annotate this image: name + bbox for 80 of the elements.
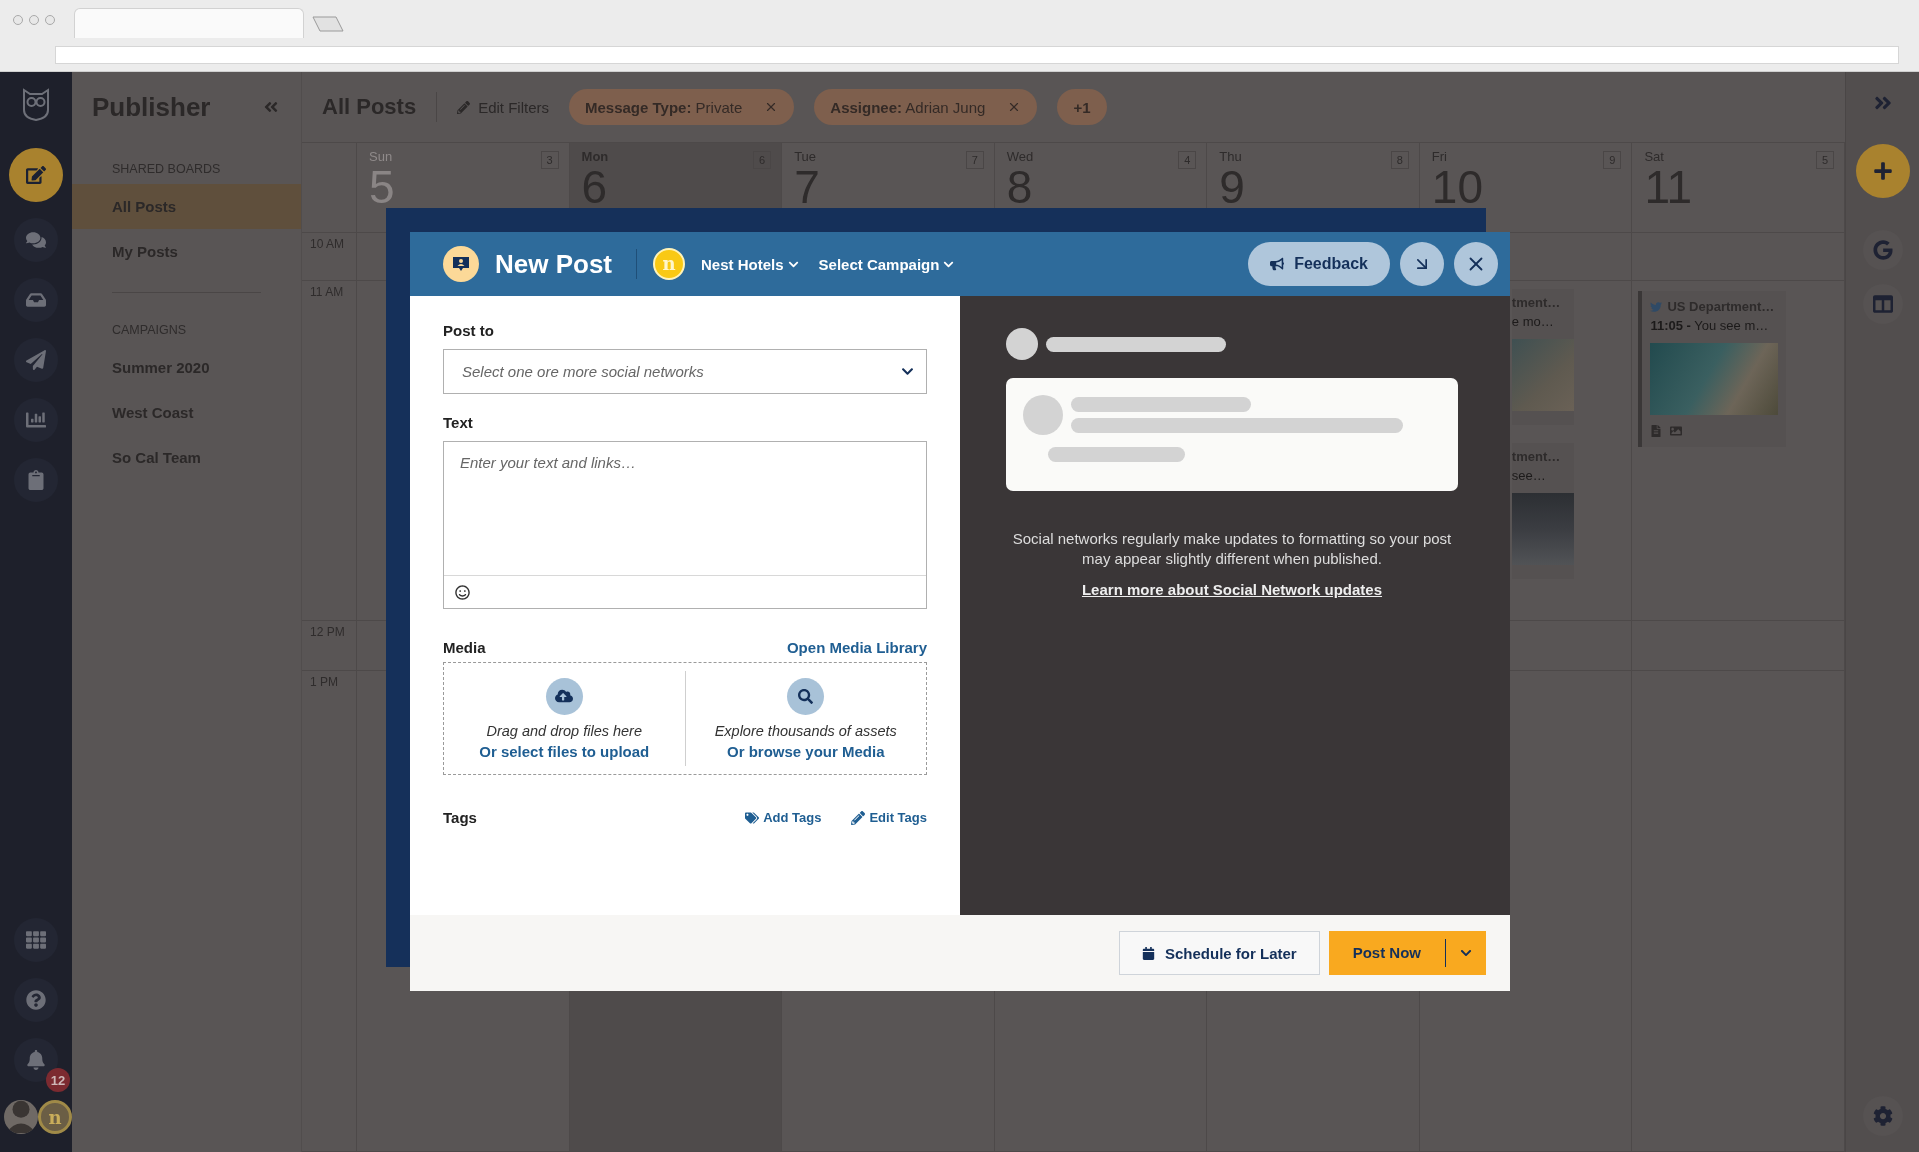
nav-button[interactable] [14,918,58,962]
field-label: Tags [443,809,477,826]
preview-notice: Social networks regularly make updates to formatting so your post may appear slightly different when published. [1011,529,1453,569]
help-icon [26,990,46,1010]
clipboard-icon [26,470,46,490]
photo-placeholder [1511,493,1574,565]
inbox-icon [26,290,46,310]
grid-icon [26,930,46,950]
new-tab-icon[interactable] [312,16,344,32]
g-logo-icon [1872,240,1893,260]
more-filters-chip[interactable]: +1 [1057,89,1107,125]
emoji-icon[interactable] [455,584,470,600]
chat-bubbles-icon [26,230,46,250]
browse-hint: Explore thousands of assets [714,722,897,739]
nav-button[interactable] [9,148,63,202]
bird-icon [1650,300,1663,313]
double-chevron-icon [263,99,279,115]
tags-icon [745,810,760,825]
chevron-down-icon [1460,947,1472,959]
organization-avatar[interactable]: n [38,1100,72,1134]
upload-cloud-icon [545,677,583,715]
settings-icon [1872,1106,1893,1126]
organization-dropdown[interactable]: Nest Hotels [701,255,799,273]
collapse-button[interactable] [263,99,279,115]
photo-placeholder [1511,339,1574,411]
minimize-button[interactable] [1400,242,1444,286]
feedback-button[interactable]: Feedback [1248,242,1390,286]
post-now-button[interactable]: Post Now [1328,931,1486,975]
organization-logo: n [653,248,686,280]
field-label: Text [443,414,474,431]
columns-icon [1872,294,1893,314]
field-label: Media [443,639,486,656]
campaign-dropdown[interactable]: Select Campaign [818,255,955,273]
browse-media-link[interactable]: Or browse your Media [726,742,885,760]
nav-button[interactable] [14,398,58,442]
filter-chip[interactable]: Assignee: Adrian Jung [814,89,1038,125]
field-label: Post to [443,322,495,339]
media-library-link[interactable]: Open Media Library [786,639,927,656]
text-editor[interactable]: Enter your text and links… [443,441,927,609]
search-icon [787,677,825,715]
upload-hint: Drag and drop files here [486,722,643,739]
edit-icon [26,165,46,185]
upload-link[interactable]: Or select files to upload [479,742,650,760]
filter-label: Message Type: Private [585,98,743,116]
post-icon [443,246,479,282]
filter-chip[interactable]: Message Type: Private [569,89,795,125]
close-button[interactable] [1454,242,1498,286]
nav-button[interactable] [14,338,58,382]
dialog-title: New Post [495,249,638,279]
social-network-input[interactable]: Select one ore more social networks [460,362,901,381]
bell-icon [26,1050,46,1070]
bar-chart-icon [26,410,46,430]
window-controls-icon[interactable] [12,14,56,26]
rail-button[interactable] [1855,144,1910,198]
pencil-icon [457,100,471,114]
post-snippet: 11:05 - You see m… [1650,318,1769,333]
nav-button[interactable] [14,978,58,1022]
post-snippet: see… [1511,468,1546,483]
pencil-icon [851,810,866,825]
chevron-down-icon [901,365,914,378]
post-snippet: e mo… [1511,314,1554,329]
nav-button[interactable] [14,458,58,502]
media-dropzone[interactable]: Drag and drop files here Or select files to upload Explore thousands of assets Or browse your Media [443,662,927,775]
nav-button[interactable] [14,218,58,262]
notification-badge: 12 [46,1068,70,1092]
image-icon [1670,425,1683,437]
learn-more-link[interactable]: Learn more about Social Network updates [1081,581,1383,598]
social-network-select[interactable]: Select one ore more social networks [443,349,927,394]
add-tags-link[interactable]: Add Tags [745,810,822,825]
schedule-button[interactable]: Schedule for Later [1118,931,1320,975]
plus-icon [1872,161,1893,181]
megaphone-icon [1270,257,1285,271]
filter-label: Assignee: Adrian Jung [830,98,986,116]
nav-button[interactable] [14,278,58,322]
calendar-icon [1141,946,1155,960]
edit-tags-link[interactable]: Edit Tags [851,810,927,825]
owl-logo-icon [21,86,51,122]
user-avatar[interactable] [4,1100,38,1134]
paper-plane-icon [26,350,46,370]
document-icon [1650,425,1663,437]
